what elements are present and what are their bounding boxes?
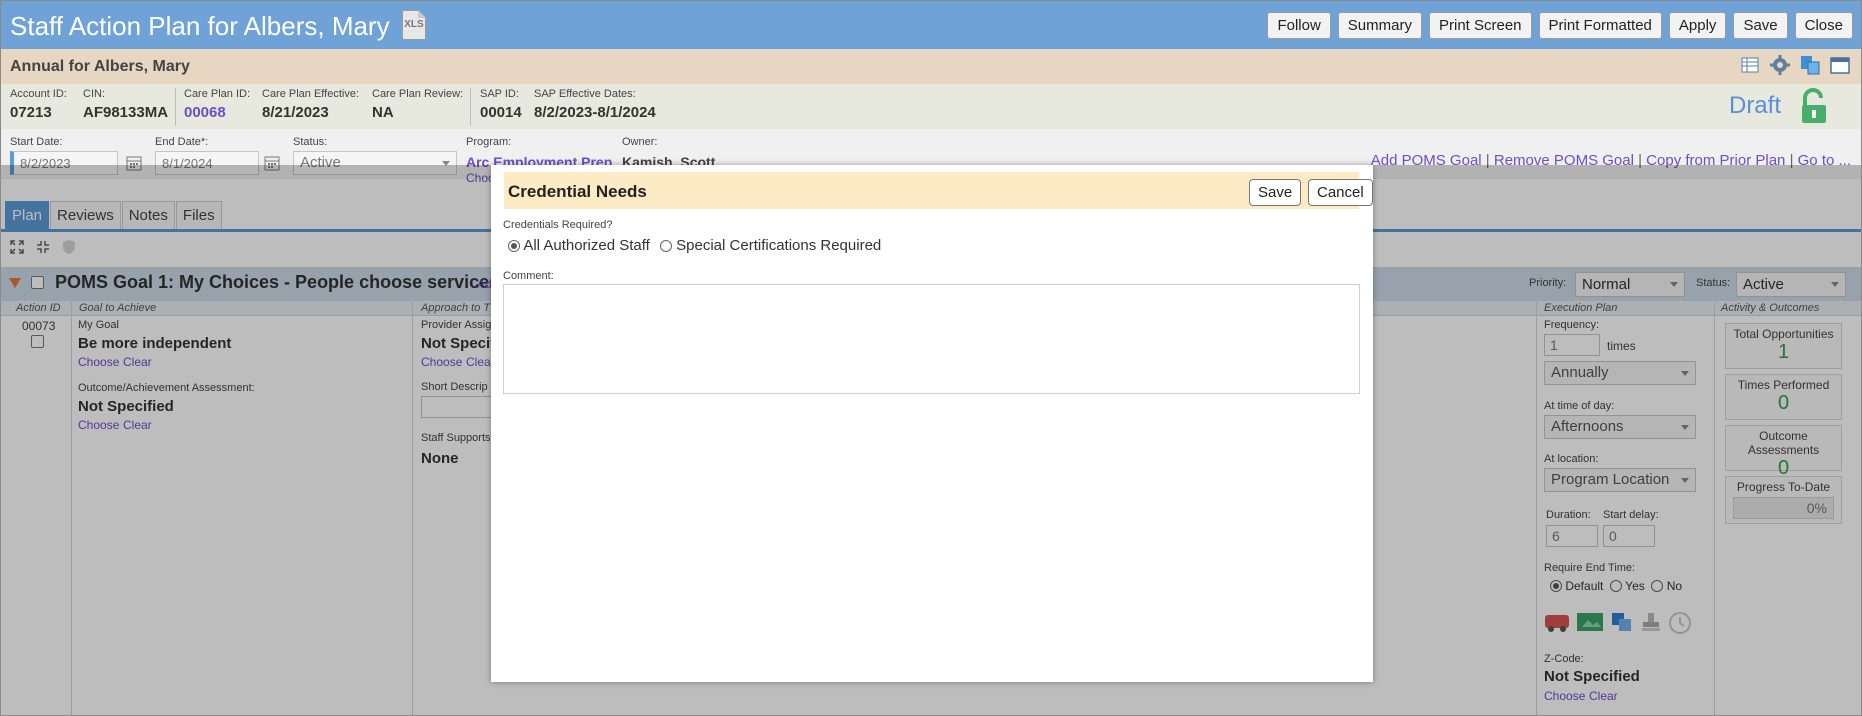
print-screen-button[interactable]: Print Screen	[1428, 12, 1532, 39]
title-bar: Staff Action Plan for Albers, Mary XLS F…	[1, 1, 1861, 49]
gear-icon[interactable]	[1769, 54, 1791, 76]
sap-dates-field: SAP Effective Dates: 8/2/2023-8/1/2024	[534, 88, 656, 121]
plan-subheader: Annual for Albers, Mary	[1, 49, 1861, 84]
credential-needs-dialog: Credential Needs Save Cancel Credentials…	[491, 165, 1373, 682]
cin-value: AF98133MA	[83, 104, 169, 121]
print-formatted-button[interactable]: Print Formatted	[1538, 12, 1662, 39]
credentials-options: All Authorized Staff Special Certificati…	[508, 237, 881, 254]
dialog-save-button[interactable]: Save	[1249, 179, 1302, 206]
account-id-field: Account ID: 07213	[10, 88, 67, 121]
save-button[interactable]: Save	[1733, 12, 1788, 39]
comment-label: Comment:	[503, 270, 554, 282]
care-plan-id-link[interactable]: 00068	[184, 104, 250, 121]
grid-view-icon[interactable]	[1739, 54, 1761, 76]
subheader-icons	[1739, 54, 1851, 76]
divider	[470, 88, 471, 126]
all-authorized-staff-radio[interactable]	[508, 240, 520, 252]
credentials-label: Credentials Required?	[503, 219, 613, 231]
care-plan-effective-field: Care Plan Effective: 8/21/2023	[262, 88, 360, 121]
dialog-header: Credential Needs Save Cancel	[504, 172, 1373, 209]
account-id: 07213	[10, 104, 52, 121]
unlock-icon[interactable]	[1797, 88, 1831, 126]
special-certifications-radio[interactable]	[659, 240, 672, 252]
page-title: Staff Action Plan for Albers, Mary	[10, 11, 390, 41]
dialog-cancel-button[interactable]: Cancel	[1308, 179, 1373, 206]
xls-export-icon[interactable]: XLS	[402, 10, 426, 40]
copy-icon[interactable]	[1799, 54, 1821, 76]
page: Staff Action Plan for Albers, Mary XLS F…	[0, 0, 1862, 716]
sap-id-field: SAP ID: 00014	[480, 88, 522, 121]
plan-state-label: Draft	[1728, 92, 1781, 119]
dialog-title: Credential Needs	[508, 182, 647, 201]
close-button[interactable]: Close	[1794, 12, 1853, 39]
divider	[175, 88, 176, 126]
plan-info-row: Account ID: 07213 CIN: AF98133MA Care Pl…	[1, 84, 1861, 129]
toolbar-buttons: Follow Summary Print Screen Print Format…	[1267, 12, 1853, 39]
follow-button[interactable]: Follow	[1267, 12, 1331, 39]
apply-button[interactable]: Apply	[1668, 12, 1727, 39]
program-field: Program:	[466, 136, 512, 148]
owner-field: Owner:	[622, 136, 658, 148]
plan-subtitle: Annual for Albers, Mary	[10, 58, 190, 75]
cin-field: CIN: AF98133MA	[83, 88, 169, 121]
window-icon[interactable]	[1829, 54, 1851, 76]
comment-textarea[interactable]	[503, 284, 1360, 394]
summary-button[interactable]: Summary	[1337, 12, 1422, 39]
care-plan-review-field: Care Plan Review: NA	[372, 88, 464, 121]
care-plan-id-field: Care Plan ID: 00068	[184, 88, 251, 121]
